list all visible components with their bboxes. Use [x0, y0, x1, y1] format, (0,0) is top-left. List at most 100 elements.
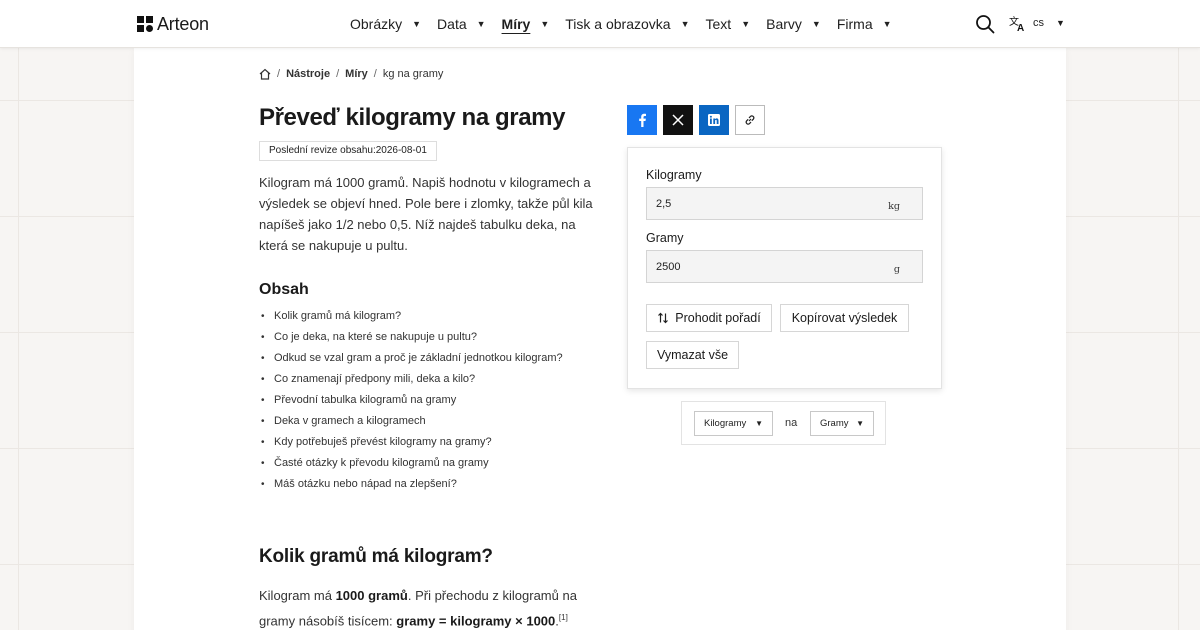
- caret-down-icon: ▼: [1056, 18, 1065, 28]
- x-icon: [672, 114, 684, 126]
- formula-bold: gramy = kilogramy × 1000: [396, 613, 556, 629]
- share-linkedin-button[interactable]: [699, 105, 729, 135]
- unit-connector: na: [785, 417, 798, 429]
- clear-all-button[interactable]: Vymazat vše: [646, 341, 739, 369]
- swap-vertical-icon: [658, 312, 669, 324]
- breadcrumb-link-nastroje[interactable]: Nástroje: [286, 68, 330, 80]
- toc-item: Máš otázku nebo nápad na zlepšení?: [259, 474, 563, 495]
- toc-heading: Obsah: [259, 281, 309, 298]
- language-code: cs: [1033, 17, 1044, 29]
- grams-field: g: [646, 250, 923, 283]
- toc-item: Kolik gramů má kilogram?: [259, 306, 563, 327]
- kilograms-unit: kg: [888, 201, 900, 212]
- nav-label: Obrázky: [350, 16, 403, 32]
- home-icon[interactable]: [259, 68, 271, 80]
- copy-result-label: Kopírovat výsledek: [791, 311, 898, 325]
- grams-input[interactable]: [647, 251, 877, 282]
- caret-down-icon: ▼: [412, 19, 422, 29]
- grams-unit: g: [893, 264, 900, 275]
- swap-order-button[interactable]: Prohodit pořadí: [646, 304, 772, 332]
- caret-down-icon: ▼: [882, 19, 892, 29]
- toc-item: Co je deka, na které se nakupuje u pultu…: [259, 327, 563, 348]
- section-text-part: Kilogram má: [259, 588, 336, 603]
- swap-order-label: Prohodit pořadí: [675, 311, 761, 325]
- to-unit-selected: Gramy: [820, 418, 849, 429]
- caret-down-icon: ▼: [741, 19, 751, 29]
- caret-down-icon: ▼: [476, 19, 486, 29]
- toc-link[interactable]: Deka v gramech a kilogramech: [274, 415, 426, 427]
- content-page: / Nástroje / Míry / kg na gramy Převeď k…: [134, 48, 1066, 630]
- link-icon: [745, 115, 755, 125]
- table-of-contents: Kolik gramů má kilogram? Co je deka, na …: [259, 306, 563, 495]
- from-field-label: Kilogramy: [646, 168, 702, 182]
- facebook-icon: [639, 113, 646, 127]
- caret-down-icon: ▼: [755, 419, 763, 428]
- toc-link[interactable]: Co znamenají předpony mili, deka a kilo?: [274, 373, 475, 385]
- brand-name: Arteon: [157, 13, 209, 34]
- copy-link-button[interactable]: [735, 105, 765, 135]
- nav-item-firma[interactable]: Firma ▼: [837, 16, 892, 32]
- nav-label: Text: [705, 16, 732, 32]
- nav-item-miry[interactable]: Míry ▼: [502, 16, 550, 32]
- caret-down-icon: ▼: [856, 419, 864, 428]
- nav-label: Tisk a obrazovka: [565, 16, 671, 32]
- toc-link[interactable]: Časté otázky k převodu kilogramů na gram…: [274, 457, 489, 469]
- toc-link[interactable]: Kdy potřebuješ převést kilogramy na gram…: [274, 436, 492, 448]
- language-selector[interactable]: 文 A cs ▼: [1009, 14, 1065, 32]
- toc-item: Odkud se vzal gram a proč je základní je…: [259, 348, 563, 369]
- from-unit-selected: Kilogramy: [704, 418, 747, 429]
- nav-label: Míry: [501, 16, 531, 32]
- section-text-bold: 1000 gramů: [335, 588, 408, 603]
- clear-all-label: Vymazat vše: [656, 348, 729, 362]
- breadcrumb-link-miry[interactable]: Míry: [345, 68, 368, 80]
- kilograms-field: kg: [646, 187, 923, 220]
- nav-label: Data: [437, 16, 467, 32]
- share-facebook-button[interactable]: [627, 105, 657, 135]
- search-button[interactable]: [975, 14, 995, 34]
- section-paragraph: Kilogram má 1000 gramů. Při přechodu z k…: [259, 585, 599, 630]
- brand-logo[interactable]: Arteon: [137, 13, 209, 35]
- toc-link[interactable]: Co je deka, na které se nakupuje u pultu…: [274, 331, 477, 343]
- search-icon: [976, 15, 995, 34]
- breadcrumb: / Nástroje / Míry / kg na gramy: [259, 68, 443, 80]
- toc-item: Kdy potřebuješ převést kilogramy na gram…: [259, 432, 563, 453]
- toc-item: Deka v gramech a kilogramech: [259, 411, 563, 432]
- nav-label: Barvy: [766, 16, 802, 32]
- toc-link[interactable]: Máš otázku nebo nápad na zlepšení?: [274, 478, 457, 490]
- main-nav: Obrázky ▼ Data ▼ Míry ▼ Tisk a obrazovka…: [350, 0, 908, 48]
- nav-item-text[interactable]: Text ▼: [706, 16, 751, 32]
- top-navigation-bar: Arteon Obrázky ▼ Data ▼ Míry ▼ Tisk a ob…: [0, 0, 1200, 48]
- toc-item: Co znamenají předpony mili, deka a kilo?: [259, 369, 563, 390]
- nav-item-data[interactable]: Data ▼: [437, 16, 486, 32]
- kilograms-input[interactable]: [647, 188, 877, 219]
- breadcrumb-separator: /: [277, 68, 281, 80]
- caret-down-icon: ▼: [680, 19, 690, 29]
- share-buttons: [627, 105, 765, 135]
- breadcrumb-separator: /: [336, 68, 340, 80]
- svg-text:A: A: [1017, 23, 1024, 32]
- nav-item-obrazky[interactable]: Obrázky ▼: [350, 16, 421, 32]
- intro-paragraph: Kilogram má 1000 gramů. Napiš hodnotu v …: [259, 175, 593, 253]
- from-unit-select[interactable]: Kilogramy ▼: [694, 411, 773, 436]
- share-x-button[interactable]: [663, 105, 693, 135]
- toc-link[interactable]: Odkud se vzal gram a proč je základní je…: [274, 352, 563, 364]
- nav-item-tisk-a-obrazovka[interactable]: Tisk a obrazovka ▼: [565, 16, 689, 32]
- copy-result-button[interactable]: Kopírovat výsledek: [780, 304, 909, 332]
- nav-item-barvy[interactable]: Barvy ▼: [766, 16, 821, 32]
- linkedin-icon: [708, 114, 720, 126]
- toc-link[interactable]: Převodní tabulka kilogramů na gramy: [274, 394, 456, 406]
- footnote-reference[interactable]: [1]: [559, 613, 568, 622]
- toc-item: Časté otázky k převodu kilogramů na gram…: [259, 453, 563, 474]
- toc-item: Převodní tabulka kilogramů na gramy: [259, 390, 563, 411]
- page-title: Převeď kilogramy na gramy: [259, 104, 566, 131]
- caret-down-icon: ▼: [811, 19, 821, 29]
- unit-pair-selector: Kilogramy ▼ na Gramy ▼: [681, 401, 886, 445]
- breadcrumb-separator: /: [373, 68, 377, 80]
- to-unit-select[interactable]: Gramy ▼: [810, 411, 874, 436]
- toc-link[interactable]: Kolik gramů má kilogram?: [274, 310, 401, 322]
- section-heading: Kolik gramů má kilogram?: [259, 546, 493, 567]
- translate-icon: 文 A: [1009, 15, 1024, 32]
- to-field-label: Gramy: [646, 231, 684, 245]
- caret-down-icon: ▼: [540, 19, 550, 29]
- unit-converter: Kilogramy kg Gramy g Prohodit pořadí Kop…: [627, 147, 942, 389]
